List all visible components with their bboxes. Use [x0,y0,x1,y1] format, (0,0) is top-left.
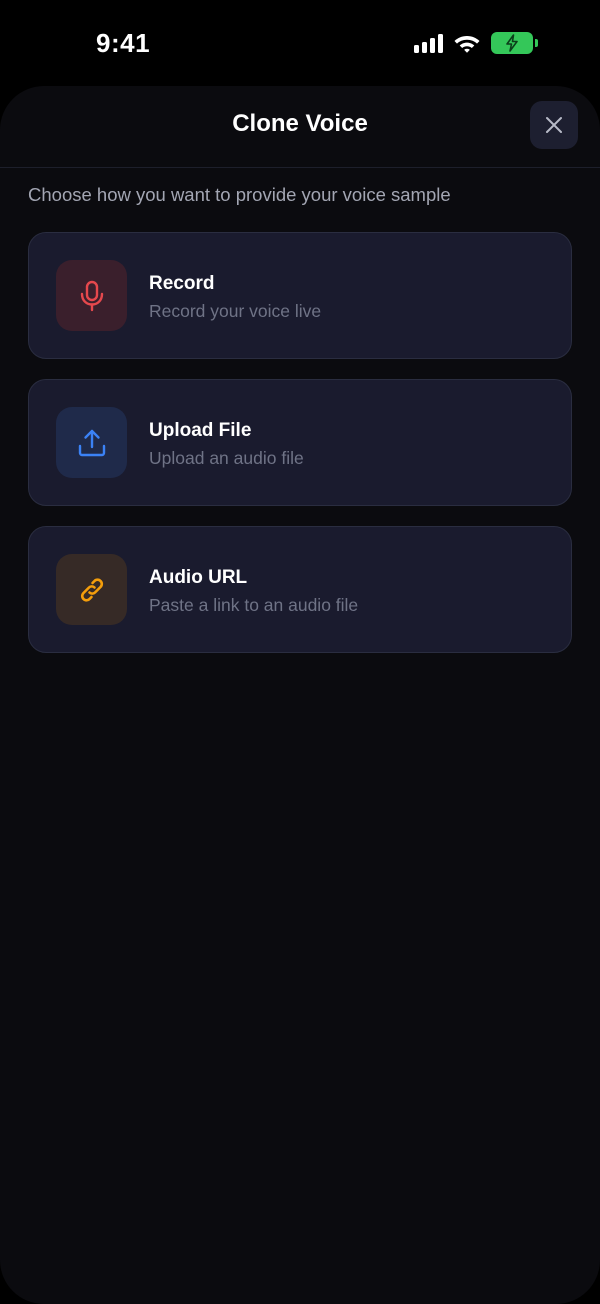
upload-icon [78,429,105,456]
sheet-subtitle: Choose how you want to provide your voic… [28,184,451,205]
cellular-signal-icon [414,33,443,53]
battery-indicator [491,32,538,54]
status-time: 9:41 [96,28,151,58]
status-bar: 9:41 [0,0,600,86]
upload-icon-tile [56,407,127,478]
link-icon-tile [56,554,127,625]
voice-source-options: Record Record your voice live Upload Fil… [28,232,572,673]
option-description: Record your voice live [149,301,322,321]
wifi-icon [454,36,480,53]
option-upload-file[interactable]: Upload File Upload an audio file [28,379,572,506]
status-icons [414,32,538,54]
option-record[interactable]: Record Record your voice live [28,232,572,359]
option-title: Upload File [149,420,252,441]
screen: 9:41 Clone Voice Choose how you want to … [0,0,600,1304]
battery-icon [491,32,533,54]
close-icon [546,117,562,133]
option-description: Paste a link to an audio file [149,595,359,615]
battery-nub [535,39,538,47]
charging-bolt-icon [506,34,518,52]
option-title: Audio URL [149,567,248,588]
microphone-icon [80,280,103,311]
sheet-title: Clone Voice [232,110,368,137]
record-icon-tile [56,260,127,331]
option-title: Record [149,273,215,294]
clone-voice-sheet: Clone Voice Choose how you want to provi… [0,86,600,1304]
sheet-header: Clone Voice [0,86,600,168]
close-button[interactable] [530,101,578,149]
option-description: Upload an audio file [149,448,304,468]
link-icon [80,577,103,602]
option-audio-url[interactable]: Audio URL Paste a link to an audio file [28,526,572,653]
